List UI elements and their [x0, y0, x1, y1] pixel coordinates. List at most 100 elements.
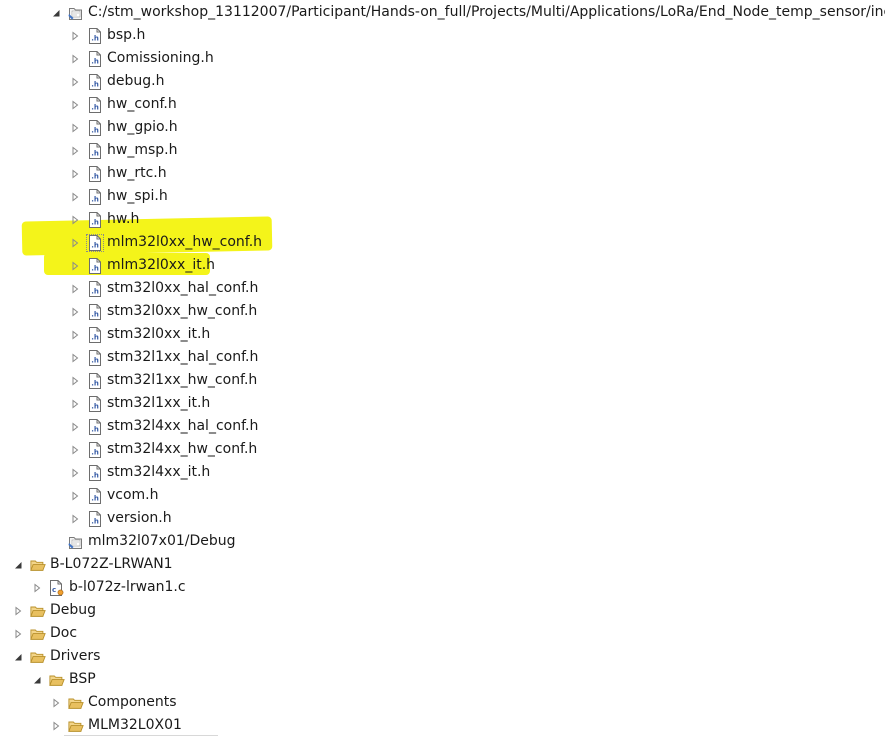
svg-text:.h: .h	[91, 425, 99, 433]
tree-item-debug-h[interactable]: .h debug.h	[69, 70, 164, 93]
tree-item-version-h[interactable]: .h version.h	[69, 507, 172, 530]
tree-item-hw-conf-h[interactable]: .h hw_conf.h	[69, 93, 177, 116]
tree-item-hw-h[interactable]: .h hw.h	[69, 208, 139, 231]
tree-item-bsp-h[interactable]: .h bsp.h	[69, 24, 145, 47]
expand-arrow-icon[interactable]	[69, 145, 81, 157]
tree-item-label: stm32l0xx_it.h	[107, 326, 211, 342]
expand-arrow-icon[interactable]	[69, 467, 81, 479]
expand-arrow-icon[interactable]	[69, 237, 81, 249]
tree-item-stm32l1xx-hw-conf-h[interactable]: .h stm32l1xx_hw_conf.h	[69, 369, 257, 392]
expand-arrow-icon[interactable]	[69, 214, 81, 226]
tree-item-label: BSP	[69, 671, 96, 687]
tree-item-vcom-h[interactable]: .h vcom.h	[69, 484, 159, 507]
svg-text:.h: .h	[91, 34, 99, 42]
header-file-icon: .h	[87, 349, 103, 366]
expand-arrow-icon[interactable]	[69, 53, 81, 65]
header-file-icon: .h	[87, 372, 103, 389]
tree-item-stm32l0xx-hal-conf-h[interactable]: .h stm32l0xx_hal_conf.h	[69, 277, 258, 300]
expand-arrow-icon[interactable]	[69, 30, 81, 42]
tree-item-stm32l4xx-it-h[interactable]: .h stm32l4xx_it.h	[69, 461, 210, 484]
expand-arrow-icon[interactable]	[69, 122, 81, 134]
tree-item-stm32l4xx-hal-conf-h[interactable]: .h stm32l4xx_hal_conf.h	[69, 415, 258, 438]
linked-folder-icon	[68, 534, 84, 550]
expand-arrow-icon[interactable]	[12, 628, 24, 640]
expand-arrow-icon[interactable]	[69, 76, 81, 88]
tree-item-stm32l1xx-hal-conf-h[interactable]: .h stm32l1xx_hal_conf.h	[69, 346, 258, 369]
tree-item-debug[interactable]: Debug	[12, 599, 96, 622]
expand-arrow-icon[interactable]	[69, 168, 81, 180]
collapse-arrow-icon[interactable]	[12, 651, 24, 663]
tree-item-doc[interactable]: Doc	[12, 622, 77, 645]
svg-text:.h: .h	[91, 471, 99, 479]
tree-item-mlm32l0xx-hw-conf-h[interactable]: .h mlm32l0xx_hw_conf.h	[69, 231, 262, 254]
header-file-icon: .h	[87, 211, 103, 228]
expand-arrow-icon[interactable]	[69, 421, 81, 433]
collapse-arrow-icon[interactable]	[50, 7, 62, 19]
tree-item-hw-gpio-h[interactable]: .h hw_gpio.h	[69, 116, 178, 139]
expand-arrow-icon[interactable]	[69, 513, 81, 525]
tree-item-drivers[interactable]: Drivers	[12, 645, 100, 668]
tree-item-label: stm32l4xx_hal_conf.h	[107, 418, 259, 434]
tree-item-components[interactable]: Components	[50, 691, 177, 714]
expand-arrow-icon[interactable]	[69, 306, 81, 318]
expand-arrow-icon[interactable]	[69, 99, 81, 111]
expand-arrow-icon[interactable]	[69, 329, 81, 341]
tree-item-hw-msp-h[interactable]: .h hw_msp.h	[69, 139, 177, 162]
folder-icon	[30, 557, 46, 573]
folder-icon	[49, 672, 65, 688]
tree-item-mlm32l07x01-debug[interactable]: mlm32l07x01/Debug	[50, 530, 236, 553]
header-file-icon: .h	[87, 96, 103, 113]
svg-text:.h: .h	[91, 241, 99, 249]
tree-item-label: mlm32l07x01/Debug	[88, 533, 236, 549]
svg-text:.h: .h	[91, 402, 99, 410]
tree-item-mlm32l0x01[interactable]: MLM32L0X01	[50, 714, 182, 737]
expand-arrow-icon[interactable]	[50, 720, 62, 732]
tree-item-mlm32l0xx-it-h[interactable]: .h mlm32l0xx_it.h	[69, 254, 215, 277]
expand-arrow-icon[interactable]	[69, 191, 81, 203]
header-file-icon: .h	[87, 441, 103, 458]
tree-item-label: stm32l4xx_hw_conf.h	[107, 441, 258, 457]
expand-arrow-icon[interactable]	[69, 260, 81, 272]
tree-item-label: bsp.h	[107, 27, 146, 43]
tree-item-label: hw_gpio.h	[107, 119, 178, 135]
svg-text:.h: .h	[91, 379, 99, 387]
tree-item-label: hw_rtc.h	[107, 165, 167, 181]
expand-arrow-icon[interactable]	[31, 582, 43, 594]
collapse-arrow-icon[interactable]	[31, 674, 43, 686]
expand-arrow-icon[interactable]	[69, 283, 81, 295]
collapse-arrow-icon[interactable]	[12, 559, 24, 571]
tree-item-label: stm32l1xx_hal_conf.h	[107, 349, 259, 365]
expand-arrow-icon[interactable]	[69, 490, 81, 502]
tree-item-b-l072z-lrwan1-c[interactable]: c b-l072z-lrwan1.c	[31, 576, 186, 599]
tree-item-b-l072z-lrwan1[interactable]: B-L072Z-LRWAN1	[12, 553, 173, 576]
tree-item-label: hw_conf.h	[107, 96, 177, 112]
no-twisty-spacer	[50, 536, 62, 548]
expand-arrow-icon[interactable]	[69, 398, 81, 410]
header-file-icon: .h	[87, 50, 103, 67]
tree-item-stm32l0xx-hw-conf-h[interactable]: .h stm32l0xx_hw_conf.h	[69, 300, 257, 323]
tree-item-stm32l1xx-it-h[interactable]: .h stm32l1xx_it.h	[69, 392, 210, 415]
expand-arrow-icon[interactable]	[69, 375, 81, 387]
tree-item-hw-rtc-h[interactable]: .h hw_rtc.h	[69, 162, 167, 185]
header-file-icon: .h	[87, 165, 103, 182]
tree-item-comissioning-h[interactable]: .h Comissioning.h	[69, 47, 214, 70]
tree-item-hw-spi-h[interactable]: .h hw_spi.h	[69, 185, 168, 208]
tree-item-label: Doc	[50, 625, 78, 641]
tree-item-label: hw_spi.h	[107, 188, 168, 204]
tree-item-label: MLM32L0X01	[88, 717, 182, 733]
tree-item-label: stm32l0xx_hw_conf.h	[107, 303, 258, 319]
svg-text:.h: .h	[91, 448, 99, 456]
tree-item-stm32l4xx-hw-conf-h[interactable]: .h stm32l4xx_hw_conf.h	[69, 438, 257, 461]
expand-arrow-icon[interactable]	[50, 697, 62, 709]
svg-text:.h: .h	[91, 103, 99, 111]
linked-folder-icon	[68, 5, 84, 21]
tree-item-c-stm-workshop-13112007-participant-hands-on-full-projects-multi-applications-lora-end-node-temp-sensor-inc[interactable]: C:/stm_workshop_13112007/Participant/Han…	[50, 1, 885, 24]
tree-item-stm32l0xx-it-h[interactable]: .h stm32l0xx_it.h	[69, 323, 210, 346]
svg-text:.h: .h	[91, 149, 99, 157]
tree-item-label: stm32l4xx_it.h	[107, 464, 211, 480]
expand-arrow-icon[interactable]	[12, 605, 24, 617]
tree-item-bsp[interactable]: BSP	[31, 668, 96, 691]
header-file-icon: .h	[87, 73, 103, 90]
expand-arrow-icon[interactable]	[69, 444, 81, 456]
expand-arrow-icon[interactable]	[69, 352, 81, 364]
